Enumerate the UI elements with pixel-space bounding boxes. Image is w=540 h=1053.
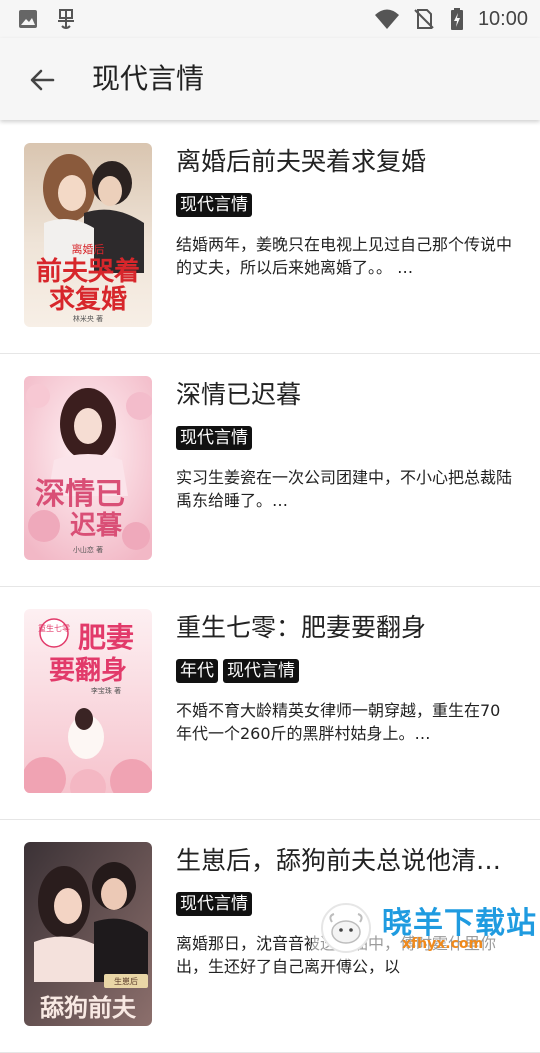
cover-text: 深情已 (35, 477, 125, 512)
cover-text: 舔狗前夫 (40, 993, 137, 1022)
book-title[interactable]: 离婚后前夫哭着求复婚 (176, 145, 516, 179)
book-cover[interactable]: 深情已 迟暮 小山恋 著 (24, 376, 152, 560)
book-cover[interactable]: 离婚后 前夫哭着 求复婚 林米央 著 (24, 143, 152, 327)
book-cover[interactable]: 生崽后 舔狗前夫 (24, 842, 152, 1026)
tag-list: 现代言情 (176, 426, 252, 450)
cover-text: 离婚后 (72, 242, 105, 256)
cover-author: 李宝珠 著 (91, 686, 121, 695)
tag-list: 现代言情 (176, 193, 252, 217)
wifi-icon (374, 7, 399, 31)
book-description: 不婚不育大龄精英女律师一朝穿越，重生在70年代一个260斤的黑胖村姑身上。… (176, 701, 501, 743)
tag-list: 现代言情 (176, 892, 252, 916)
cover-author: 小山恋 著 (73, 545, 103, 554)
book-item[interactable]: 离婚后 前夫哭着 求复婚 林米央 著 离婚后前夫哭着求复婚 现代言情 结婚两年，… (0, 121, 540, 354)
cover-text: 肥妻 (78, 621, 134, 654)
watermark: 晓羊下载站 xfhyx.com (312, 896, 540, 960)
book-title[interactable]: 深情已迟暮 (176, 378, 516, 412)
cover-text: 迟暮 (70, 511, 123, 541)
image-icon (16, 7, 40, 31)
watermark-url: xfhyx.com (402, 936, 484, 952)
book-description: 结婚两年，姜晚只在电视上见过自己那个传说中的丈夫，所以后来她离婚了。。 … (176, 235, 513, 277)
no-sim-icon (412, 7, 436, 31)
book-title[interactable]: 重生七零：肥妻要翻身 (176, 611, 516, 645)
battery-charging-icon (450, 7, 464, 31)
page-title: 现代言情 (92, 62, 205, 95)
status-time: 10:00 (477, 7, 528, 30)
back-button[interactable] (22, 60, 62, 100)
cover-text: 前夫哭着 (36, 256, 140, 287)
genre-tag: 现代言情 (176, 193, 252, 217)
sheep-logo-icon (321, 903, 371, 953)
tag-list: 年代 现代言情 (176, 659, 299, 683)
book-cover[interactable]: 重生七零 肥妻 要翻身 李宝珠 著 (24, 609, 152, 793)
status-bar: 10:00 (0, 0, 540, 38)
genre-tag: 现代言情 (223, 659, 299, 683)
cover-text: 生崽后 (114, 976, 138, 986)
genre-tag: 年代 (176, 659, 218, 683)
arrow-left-icon (30, 69, 55, 91)
book-description: 实习生姜瓷在一次公司团建中，不小心把总裁陆禹东给睡了。… (176, 468, 513, 510)
bug-icon (54, 7, 78, 31)
book-item[interactable]: 深情已 迟暮 小山恋 著 深情已迟暮 现代言情 实习生姜瓷在一次公司团建中，不小… (0, 354, 540, 587)
genre-tag: 现代言情 (176, 892, 252, 916)
cover-author: 林米央 著 (73, 314, 103, 323)
cover-text: 要翻身 (49, 655, 127, 686)
book-item[interactable]: 重生七零 肥妻 要翻身 李宝珠 著 重生七零：肥妻要翻身 年代 现代言情 不婚不… (0, 587, 540, 820)
cover-text: 求复婚 (49, 285, 127, 315)
app-bar: 现代言情 (0, 38, 540, 120)
genre-tag: 现代言情 (176, 426, 252, 450)
book-title[interactable]: 生崽后，舔狗前夫总说他清… (176, 844, 516, 878)
cover-text: 重生七零 (38, 623, 70, 633)
